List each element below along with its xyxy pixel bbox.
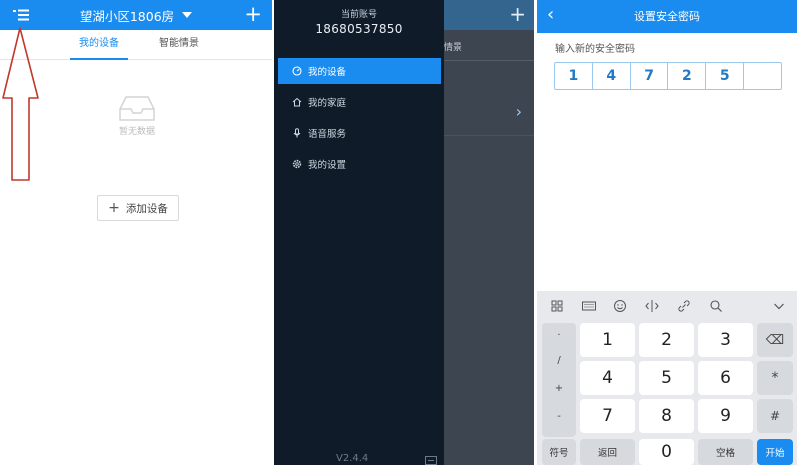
key-5[interactable]: 5 <box>639 361 694 395</box>
pin-digit: 4 <box>593 63 631 89</box>
key-minus[interactable]: - <box>542 411 576 422</box>
list-item: › <box>442 92 534 136</box>
pin-digit: 2 <box>668 63 707 89</box>
pin-digit: 7 <box>631 63 669 89</box>
home-icon <box>292 97 302 107</box>
keyboard-toolbar <box>537 291 797 321</box>
account-label: 当前账号 <box>340 10 377 20</box>
navigation-drawer: 当前账号 18680537850 我的设备 我的家庭 语音服务 我的设置 V2.… <box>274 0 444 465</box>
drawer-item-label: 我的设备 <box>308 67 347 78</box>
drawer-item-label: 我的设置 <box>308 160 347 171</box>
page-title: 设置安全密码 <box>634 10 700 23</box>
account-phone: 18680537850 <box>315 22 403 36</box>
backspace-key[interactable]: ⌫ <box>757 323 793 357</box>
tab-my-devices[interactable]: 我的设备 <box>70 30 128 60</box>
chevron-right-icon: › <box>515 102 522 121</box>
key-3[interactable]: 3 <box>698 323 753 357</box>
dimmed-tab-label: 情景 <box>444 43 463 53</box>
password-prompt: 输入新的安全密码 <box>555 44 635 55</box>
key-1[interactable]: 1 <box>580 323 635 357</box>
pin-digit <box>744 63 781 89</box>
key-dot[interactable]: . <box>542 327 576 338</box>
key-7[interactable]: 7 <box>580 399 635 433</box>
pin-digit: 1 <box>555 63 593 89</box>
space-key[interactable]: 空格 <box>698 439 753 465</box>
add-icon: + <box>509 2 526 26</box>
add-icon[interactable]: + <box>244 4 262 25</box>
drawer-item-voice-service[interactable]: 语音服务 <box>278 120 441 146</box>
caret-down-icon <box>182 12 193 18</box>
divider <box>442 60 534 61</box>
return-key[interactable]: 返回 <box>580 439 635 465</box>
emoji-icon[interactable] <box>612 298 628 314</box>
dashboard-icon <box>292 66 302 76</box>
empty-state-text: 暂无数据 <box>118 127 155 137</box>
drawer-item-my-home[interactable]: 我的家庭 <box>278 89 441 115</box>
dimmed-header: + <box>442 0 534 30</box>
microphone-icon <box>293 128 301 138</box>
symbols-key[interactable]: 符号 <box>542 439 576 465</box>
empty-inbox-icon <box>119 96 155 121</box>
key-8[interactable]: 8 <box>639 399 694 433</box>
add-device-label: 添加设备 <box>125 202 168 215</box>
drawer-item-my-devices[interactable]: 我的设备 <box>278 58 441 84</box>
key-4[interactable]: 4 <box>580 361 635 395</box>
drawer-item-my-settings[interactable]: 我的设置 <box>278 151 441 177</box>
key-slash[interactable]: / <box>542 355 576 366</box>
key-0[interactable]: 0 <box>639 439 694 465</box>
search-icon[interactable] <box>708 298 724 314</box>
key-asterisk[interactable]: * <box>757 361 793 395</box>
dimmed-content[interactable]: 情景 › <box>442 30 534 465</box>
grid-icon[interactable] <box>549 298 565 314</box>
cursor-icon[interactable] <box>644 298 660 314</box>
link-icon[interactable] <box>676 298 692 314</box>
page-header: ‹ 设置安全密码 <box>537 0 797 33</box>
start-key[interactable]: 开始 <box>757 439 793 465</box>
pin-digit: 5 <box>706 63 745 89</box>
menu-icon[interactable] <box>12 7 30 23</box>
drawer-item-label: 语音服务 <box>308 129 347 140</box>
tab-smart-scenes[interactable]: 智能情景 <box>150 30 208 60</box>
key-9[interactable]: 9 <box>698 399 753 433</box>
annotation-arrow <box>2 27 39 181</box>
symbol-column: . / + - <box>542 323 576 437</box>
qr-icon[interactable] <box>425 456 437 465</box>
home-title: 望湖小区1806房 <box>79 8 175 24</box>
key-2[interactable]: 2 <box>639 323 694 357</box>
app-version: V2.4.4 <box>336 453 369 464</box>
plus-icon: + <box>108 200 120 216</box>
collapse-icon[interactable] <box>771 298 787 314</box>
add-device-button[interactable]: + 添加设备 <box>97 195 179 221</box>
side-drawer-screen: + 情景 › 当前账号 18680537850 我的设备 我的家庭 语音服务 我… <box>274 0 534 465</box>
drawer-item-label: 我的家庭 <box>308 98 347 109</box>
numeric-keyboard: . / + - 1 2 3 4 5 6 7 8 9 ⌫ * # 符号 返回 0 … <box>537 291 797 465</box>
keyboard-icon[interactable] <box>581 298 597 314</box>
key-plus[interactable]: + <box>542 383 576 394</box>
device-list-screen: 望湖小区1806房 + 我的设备 智能情景 暂无数据 + 添加设备 <box>0 0 272 465</box>
key-hash[interactable]: # <box>757 399 793 433</box>
set-password-screen: ‹ 设置安全密码 输入新的安全密码 1 4 7 2 5 . / + - 1 2 … <box>537 0 797 465</box>
pin-input[interactable]: 1 4 7 2 5 <box>554 62 782 90</box>
key-6[interactable]: 6 <box>698 361 753 395</box>
gear-icon <box>292 159 302 169</box>
